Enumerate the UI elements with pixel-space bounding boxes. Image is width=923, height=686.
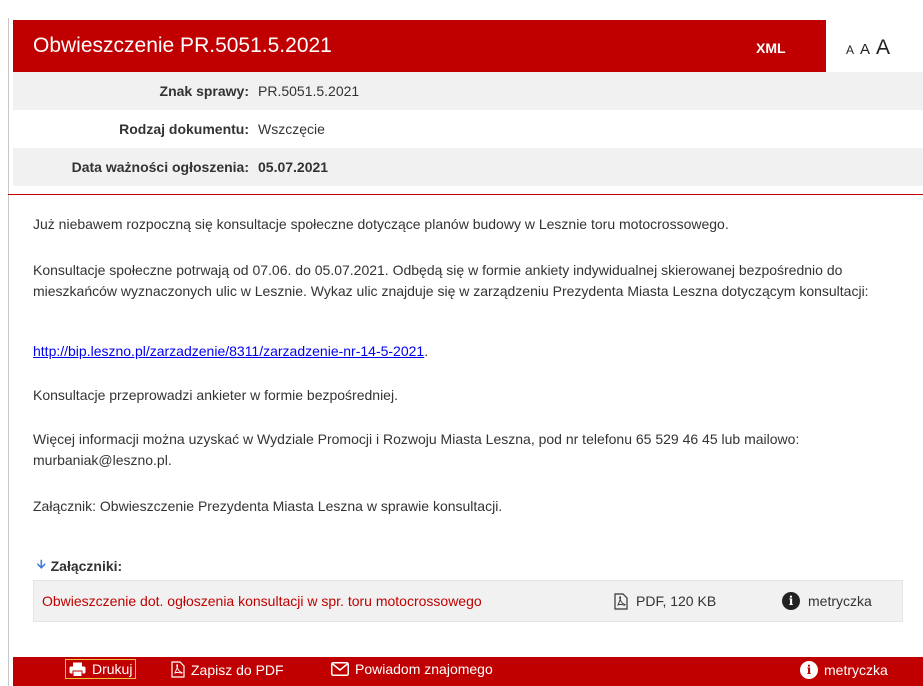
body-paragraph: Konsultacje przeprowadzi ankieter w form… xyxy=(33,387,398,403)
save-pdf-button[interactable]: Zapisz do PDF xyxy=(171,661,284,678)
font-size-medium-button[interactable]: A xyxy=(860,41,870,58)
attachments-heading: 🡫 Załączniki: xyxy=(37,555,122,576)
font-size-controls: A A A xyxy=(846,36,890,60)
notify-friend-label: Powiadom znajomego xyxy=(355,661,493,677)
xml-link[interactable]: XML xyxy=(756,40,826,56)
meta-value: Wszczęcie xyxy=(258,121,325,137)
metadata-button[interactable]: i metryczka xyxy=(800,661,888,679)
document-header: Obwieszczenie PR.5051.5.2021 XML xyxy=(13,20,826,72)
attachment-metadata-label: metryczka xyxy=(808,593,872,609)
info-icon: i xyxy=(800,661,818,679)
font-size-small-button[interactable]: A xyxy=(846,43,854,57)
attachment-row: Obwieszczenie dot. ogłoszenia konsultacj… xyxy=(33,580,903,622)
metadata-label: metryczka xyxy=(824,662,888,678)
print-button[interactable]: Drukuj xyxy=(65,659,137,679)
meta-row-expiry-date: Data ważności ogłoszenia: 05.07.2021 xyxy=(13,148,923,186)
footer-toolbar: Drukuj Zapisz do PDF Powiadom znajomego … xyxy=(13,657,923,686)
body-paragraph: Już niebawem rozpoczną się konsultacje s… xyxy=(33,216,729,232)
printer-icon xyxy=(69,662,86,677)
attachment-filetype-label: PDF, 120 KB xyxy=(636,593,717,609)
ordinance-link[interactable]: http://bip.leszno.pl/zarzadzenie/8311/za… xyxy=(33,343,424,359)
meta-label: Znak sprawy: xyxy=(159,83,249,99)
attachment-filetype: PDF, 120 KB xyxy=(614,592,717,610)
meta-row-case-number: Znak sprawy: PR.5051.5.2021 xyxy=(13,72,923,110)
save-pdf-label: Zapisz do PDF xyxy=(191,661,284,678)
attachment-metadata-link[interactable]: i metryczka xyxy=(782,592,872,610)
document-metadata: Znak sprawy: PR.5051.5.2021 Rodzaj dokum… xyxy=(13,72,923,186)
link-suffix: . xyxy=(424,343,429,359)
meta-label: Data ważności ogłoszenia: xyxy=(71,159,249,175)
meta-row-document-type: Rodzaj dokumentu: Wszczęcie xyxy=(13,110,923,148)
body-paragraph: Załącznik: Obwieszczenie Prezydenta Mias… xyxy=(33,498,503,514)
body-paragraph-link: http://bip.leszno.pl/zarzadzenie/8311/za… xyxy=(33,341,428,362)
divider xyxy=(8,194,923,195)
body-paragraph: Konsultacje społeczne potrwają od 07.06.… xyxy=(33,262,869,299)
meta-value: 05.07.2021 xyxy=(258,159,329,175)
meta-label: Rodzaj dokumentu: xyxy=(119,121,249,137)
attachment-link[interactable]: Obwieszczenie dot. ogłoszenia konsultacj… xyxy=(42,593,482,609)
print-label: Drukuj xyxy=(92,661,133,677)
arrow-down-icon: 🡫 xyxy=(37,557,46,571)
meta-value: PR.5051.5.2021 xyxy=(258,83,360,99)
pdf-file-icon xyxy=(614,592,628,610)
font-size-large-button[interactable]: A xyxy=(876,36,890,60)
notify-friend-button[interactable]: Powiadom znajomego xyxy=(331,661,493,677)
attachments-heading-label: Załączniki: xyxy=(50,557,123,574)
pdf-file-icon xyxy=(171,661,185,678)
envelope-icon xyxy=(331,662,349,676)
page-title: Obwieszczenie PR.5051.5.2021 xyxy=(33,34,332,57)
body-paragraph: Więcej informacji można uzyskać w Wydzia… xyxy=(33,431,800,468)
info-icon: i xyxy=(782,592,800,610)
